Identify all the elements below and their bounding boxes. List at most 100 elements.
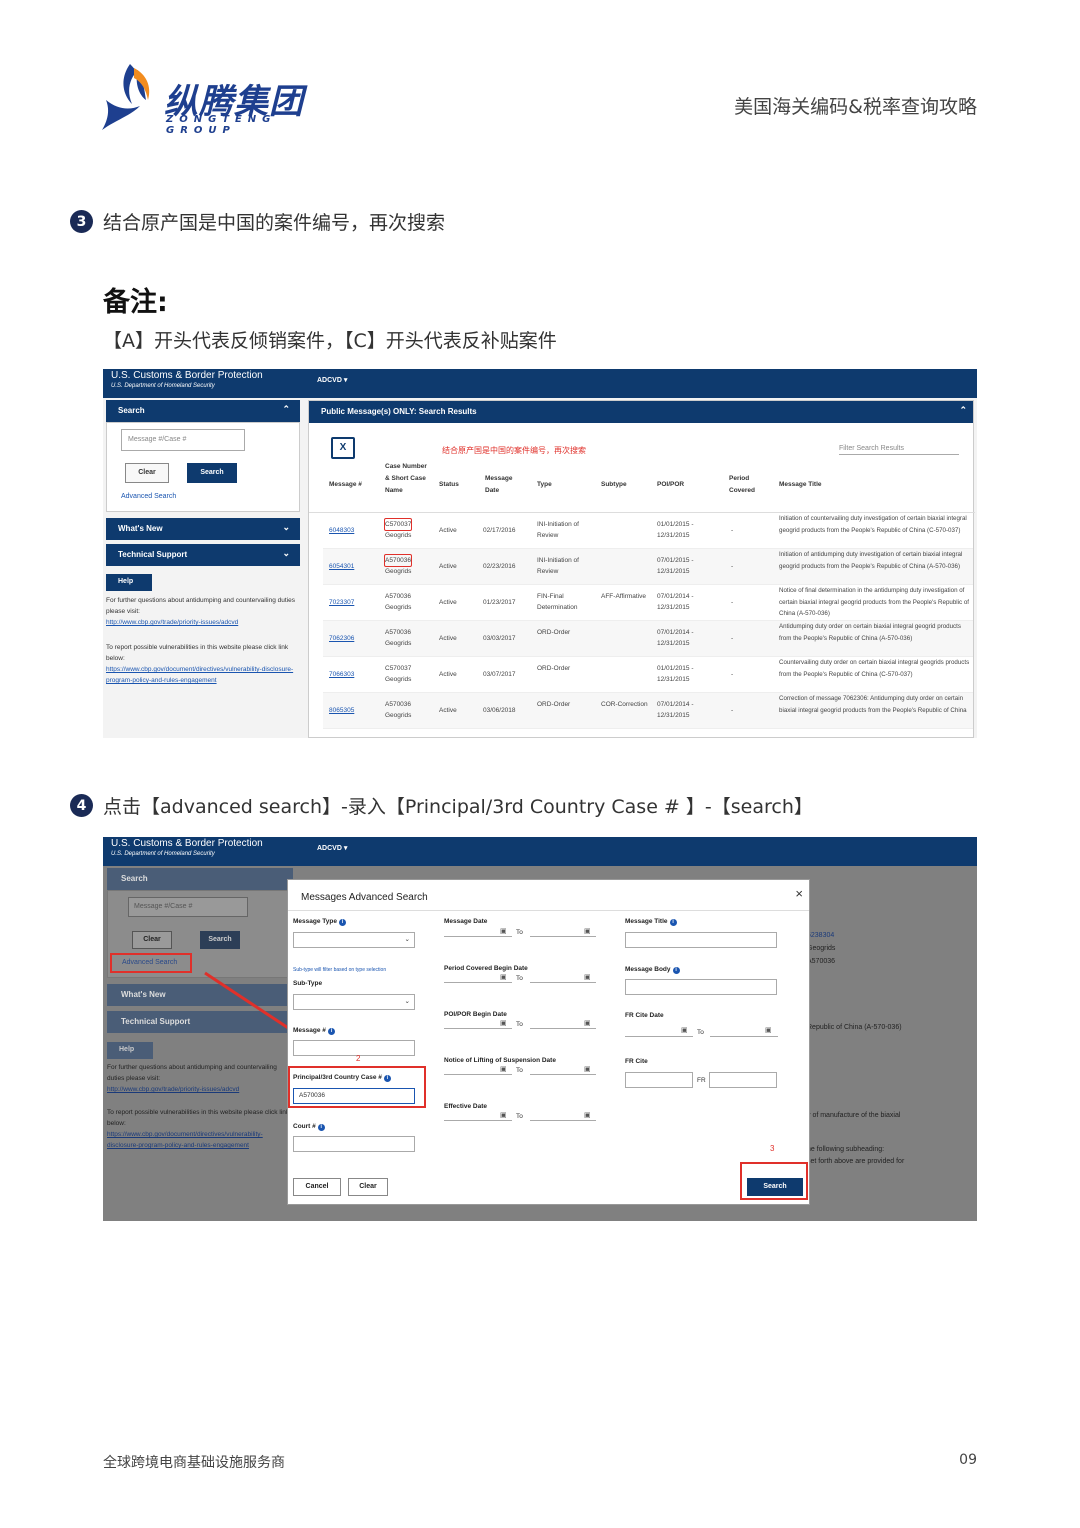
date-to-input[interactable] (530, 1074, 596, 1075)
screenshot-advanced-search: U.S. Customs & Border Protection U.S. De… (103, 837, 977, 1221)
col-case[interactable]: Case Number & Short Case Name (385, 461, 429, 497)
search-button[interactable]: Search (187, 463, 237, 483)
calendar-icon[interactable]: ▣ (584, 1019, 591, 1027)
fr-cite-page-input[interactable] (709, 1072, 777, 1088)
case-name: Geogrids (385, 676, 412, 683)
court-number-label: Court # i (293, 1123, 325, 1131)
results-header: Public Message(s) ONLY: Search Results ⌃ (309, 401, 973, 423)
adcvd-link[interactable]: http://www.cbp.gov/trade/priority-issues… (106, 617, 300, 628)
chevron-up-icon[interactable]: ⌃ (959, 405, 967, 416)
cancel-button[interactable]: Cancel (293, 1178, 341, 1196)
date-to-input[interactable] (530, 982, 596, 983)
advanced-search-link[interactable]: Advanced Search (121, 493, 176, 500)
message-number-link[interactable]: 7066303 (329, 669, 354, 680)
date-from-input[interactable] (444, 1074, 512, 1075)
col-date[interactable]: Message Date (485, 473, 519, 497)
clear-button[interactable]: Clear (348, 1178, 388, 1196)
col-message[interactable]: Message # (329, 479, 362, 491)
message-number-link[interactable]: 6054301 (329, 561, 354, 572)
calendar-icon[interactable]: ▣ (500, 1065, 507, 1073)
date-to-input[interactable] (530, 1028, 596, 1029)
sidebar: Search ⌃ Message #/Case # Clear Search A… (106, 400, 300, 686)
whats-new-label: What's New (118, 524, 163, 533)
calendar-icon[interactable]: ▣ (584, 973, 591, 981)
message-number-link[interactable]: 6048303 (329, 525, 354, 536)
calendar-icon[interactable]: ▣ (500, 1111, 507, 1119)
calendar-icon[interactable]: ▣ (584, 1065, 591, 1073)
status: Active (439, 707, 457, 714)
case-number: A570036 (385, 629, 412, 636)
message-number-link[interactable]: 8065305 (329, 705, 354, 716)
col-title[interactable]: Message Title (779, 479, 822, 491)
step-number: 3 (70, 210, 93, 233)
message-type-select[interactable]: ⌄ (293, 932, 415, 948)
calendar-icon[interactable]: ▣ (500, 927, 507, 935)
message-title: Initiation of antidumping duty investiga… (779, 551, 963, 570)
date-from-input[interactable] (444, 982, 512, 983)
calendar-icon[interactable]: ▣ (500, 1019, 507, 1027)
close-icon[interactable]: × (795, 886, 803, 901)
fr-cite-date-from[interactable] (625, 1036, 693, 1037)
col-subtype[interactable]: Subtype (601, 479, 627, 491)
info-icon: i (338, 919, 346, 926)
table-row: 7066303 C570037 Geogrids Active 03/07/2017 OR… (323, 657, 973, 693)
calendar-icon[interactable]: ▣ (584, 927, 591, 935)
message-date: 02/17/2016 (483, 527, 516, 534)
col-period[interactable]: Period Covered (729, 473, 763, 497)
filter-input[interactable]: Filter Search Results (839, 445, 959, 455)
message-number-input[interactable] (293, 1040, 415, 1056)
clear-button[interactable]: Clear (125, 463, 169, 483)
calendar-icon[interactable]: ▣ (584, 1111, 591, 1119)
calendar-icon[interactable]: ▣ (765, 1026, 772, 1034)
fr-cite-label: FR Cite (625, 1058, 648, 1065)
calendar-icon[interactable]: ▣ (681, 1026, 688, 1034)
fr-cite-volume-input[interactable] (625, 1072, 693, 1088)
message-number-link[interactable]: 7062306 (329, 633, 354, 644)
case-name: Geogrids (385, 712, 412, 719)
message-date: 03/03/2017 (483, 635, 516, 642)
poi-por: 07/01/2014 - 12/31/2015 (657, 701, 694, 719)
fr-label: FR (697, 1077, 706, 1084)
col-type[interactable]: Type (537, 479, 552, 491)
message-number-link[interactable]: 7023307 (329, 597, 354, 608)
type: ORD-Order (537, 701, 571, 708)
message-title-input[interactable] (625, 932, 777, 948)
case-number: A570036 (383, 554, 413, 567)
date-from-input[interactable] (444, 1120, 512, 1121)
adcvd-menu[interactable]: ADCVD ▾ (317, 376, 347, 384)
tech-support-header[interactable]: Technical Support ⌄ (106, 544, 300, 566)
cbp-topbar: U.S. Customs & Border Protection U.S. De… (103, 369, 977, 398)
cbp-title: U.S. Customs & Border Protection (111, 370, 263, 381)
zongteng-flame-icon (102, 64, 150, 130)
date-from-input[interactable] (444, 936, 512, 937)
date-to-input[interactable] (530, 1120, 596, 1121)
table-header: Message # Case Number & Short Case Name … (309, 461, 975, 513)
whats-new-header[interactable]: What's New ⌄ (106, 518, 300, 540)
help-button[interactable]: Help (106, 574, 152, 591)
to-label: To (697, 1029, 704, 1036)
date-to-input[interactable] (530, 936, 596, 937)
subtype-select[interactable]: ⌄ (293, 994, 415, 1010)
status: Active (439, 635, 457, 642)
message-title: Notice of final determination in the ant… (779, 587, 970, 617)
principal-case-input[interactable]: A570036 (293, 1088, 415, 1104)
search-panel-header[interactable]: Search ⌃ (106, 400, 300, 422)
chevron-down-icon: ⌄ (404, 936, 410, 943)
date-from-input[interactable] (444, 1028, 512, 1029)
subtype-label: Sub-Type (293, 980, 323, 987)
col-status[interactable]: Status (439, 479, 459, 491)
fr-cite-date-to[interactable] (710, 1036, 778, 1037)
tech-support-label: Technical Support (118, 550, 188, 559)
message-body-input[interactable] (625, 979, 777, 995)
calendar-icon[interactable]: ▣ (500, 973, 507, 981)
col-poi[interactable]: POI/POR (657, 479, 684, 491)
court-number-input[interactable] (293, 1136, 415, 1152)
excel-icon[interactable]: X (331, 437, 355, 459)
step-number: 4 (70, 794, 93, 817)
period-covered: - (731, 635, 734, 642)
search-button[interactable]: Search (747, 1178, 803, 1196)
vulnerability-link[interactable]: https://www.cbp.gov/document/directives/… (106, 664, 300, 686)
chevron-down-icon: ⌄ (282, 522, 290, 532)
annotation-note: 结合原产国是中国的案件编号，再次搜索 (442, 446, 586, 455)
message-case-input[interactable]: Message #/Case # (121, 429, 245, 451)
